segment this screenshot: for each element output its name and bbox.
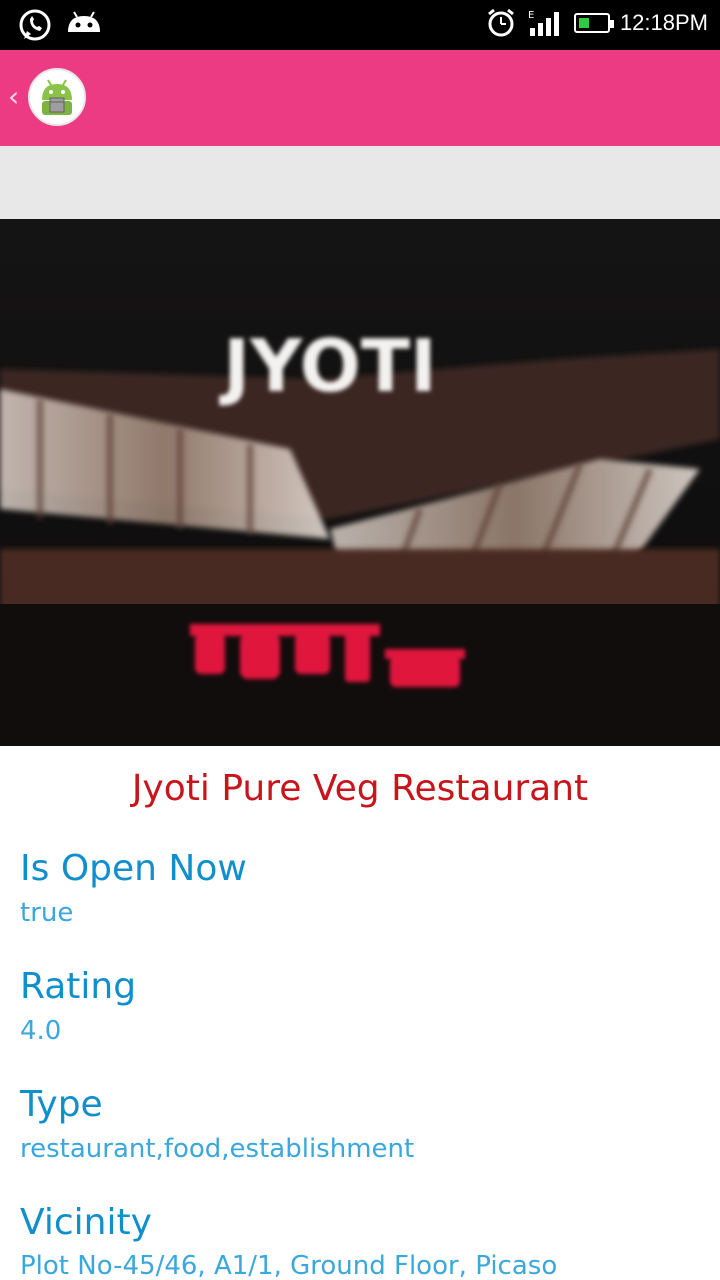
alarm-icon — [488, 8, 514, 37]
back-chevron-icon[interactable]: ‹ — [8, 80, 19, 113]
signal-icon: E — [528, 10, 559, 36]
battery-icon — [573, 13, 614, 33]
field-value-vicinity: Plot No-45/46, A1/1, Ground Floor, Picas… — [20, 1251, 558, 1280]
field-value-open-now: true — [20, 898, 74, 928]
field-value-rating: 4.0 — [20, 1016, 62, 1046]
hero-sign-text: JYOTI — [218, 324, 436, 408]
field-label-open-now: Is Open Now — [20, 848, 247, 889]
grey-divider-strip — [0, 146, 720, 219]
field-label-vicinity: Vicinity — [20, 1202, 152, 1243]
restaurant-photo: JYOTI — [0, 219, 720, 746]
status-bar: E 12:18PM — [0, 0, 720, 50]
app-icon-button[interactable] — [28, 68, 86, 126]
field-label-rating: Rating — [20, 966, 137, 1007]
place-title: Jyoti Pure Veg Restaurant — [131, 768, 589, 809]
restaurant-facade-image: JYOTI — [0, 219, 720, 746]
status-time: 12:18PM — [619, 10, 708, 35]
android-notification-icon — [68, 11, 100, 32]
field-value-type: restaurant,food,establishment — [20, 1134, 415, 1164]
status-bar-left — [18, 8, 102, 42]
field-label-type: Type — [20, 1084, 103, 1125]
whatsapp-icon — [19, 9, 51, 41]
android-box-icon — [42, 79, 72, 115]
status-bar-right: E 12:18PM — [486, 8, 708, 38]
svg-text:E: E — [528, 10, 534, 21]
action-bar: ‹ — [0, 50, 720, 146]
